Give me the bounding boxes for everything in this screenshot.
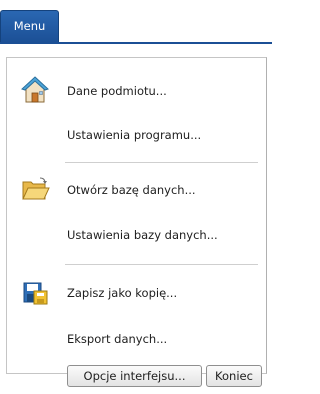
home-icon bbox=[20, 75, 50, 105]
menu-panel: Dane podmiotu... Ustawienia programu... … bbox=[0, 42, 272, 394]
menu-item-label: Otwórz bazę danych... bbox=[67, 183, 196, 197]
exit-label: Koniec bbox=[215, 369, 253, 383]
menu-tab[interactable]: Menu bbox=[0, 10, 59, 43]
menu-items-box: Dane podmiotu... Ustawienia programu... … bbox=[6, 57, 267, 374]
menu-item-label: Eksport danych... bbox=[67, 332, 168, 346]
menu-item-label: Zapisz jako kopię... bbox=[67, 286, 178, 300]
save-copy-icon bbox=[20, 277, 50, 307]
menu-item-export-data[interactable]: Eksport danych... bbox=[7, 317, 266, 361]
menu-item-label: Ustawienia bazy danych... bbox=[67, 228, 218, 242]
menu-item-program-settings[interactable]: Ustawienia programu... bbox=[7, 113, 266, 157]
menu-separator bbox=[65, 162, 258, 163]
menu-item-database-settings[interactable]: Ustawienia bazy danych... bbox=[7, 213, 266, 257]
menu-separator bbox=[65, 264, 258, 265]
menu-item-label: Ustawienia programu... bbox=[67, 128, 202, 142]
exit-button[interactable]: Koniec bbox=[206, 365, 262, 387]
interface-options-label: Opcje interfejsu... bbox=[83, 369, 186, 383]
menu-item-save-copy[interactable]: Zapisz jako kopię... bbox=[7, 271, 266, 315]
menu-tab-label: Menu bbox=[13, 18, 46, 33]
interface-options-button[interactable]: Opcje interfejsu... bbox=[67, 365, 202, 387]
menu-item-company-data[interactable]: Dane podmiotu... bbox=[7, 69, 266, 113]
menu-item-open-database[interactable]: Otwórz bazę danych... bbox=[7, 168, 266, 212]
folder-open-icon bbox=[20, 174, 50, 204]
menu-item-label: Dane podmiotu... bbox=[67, 84, 167, 98]
